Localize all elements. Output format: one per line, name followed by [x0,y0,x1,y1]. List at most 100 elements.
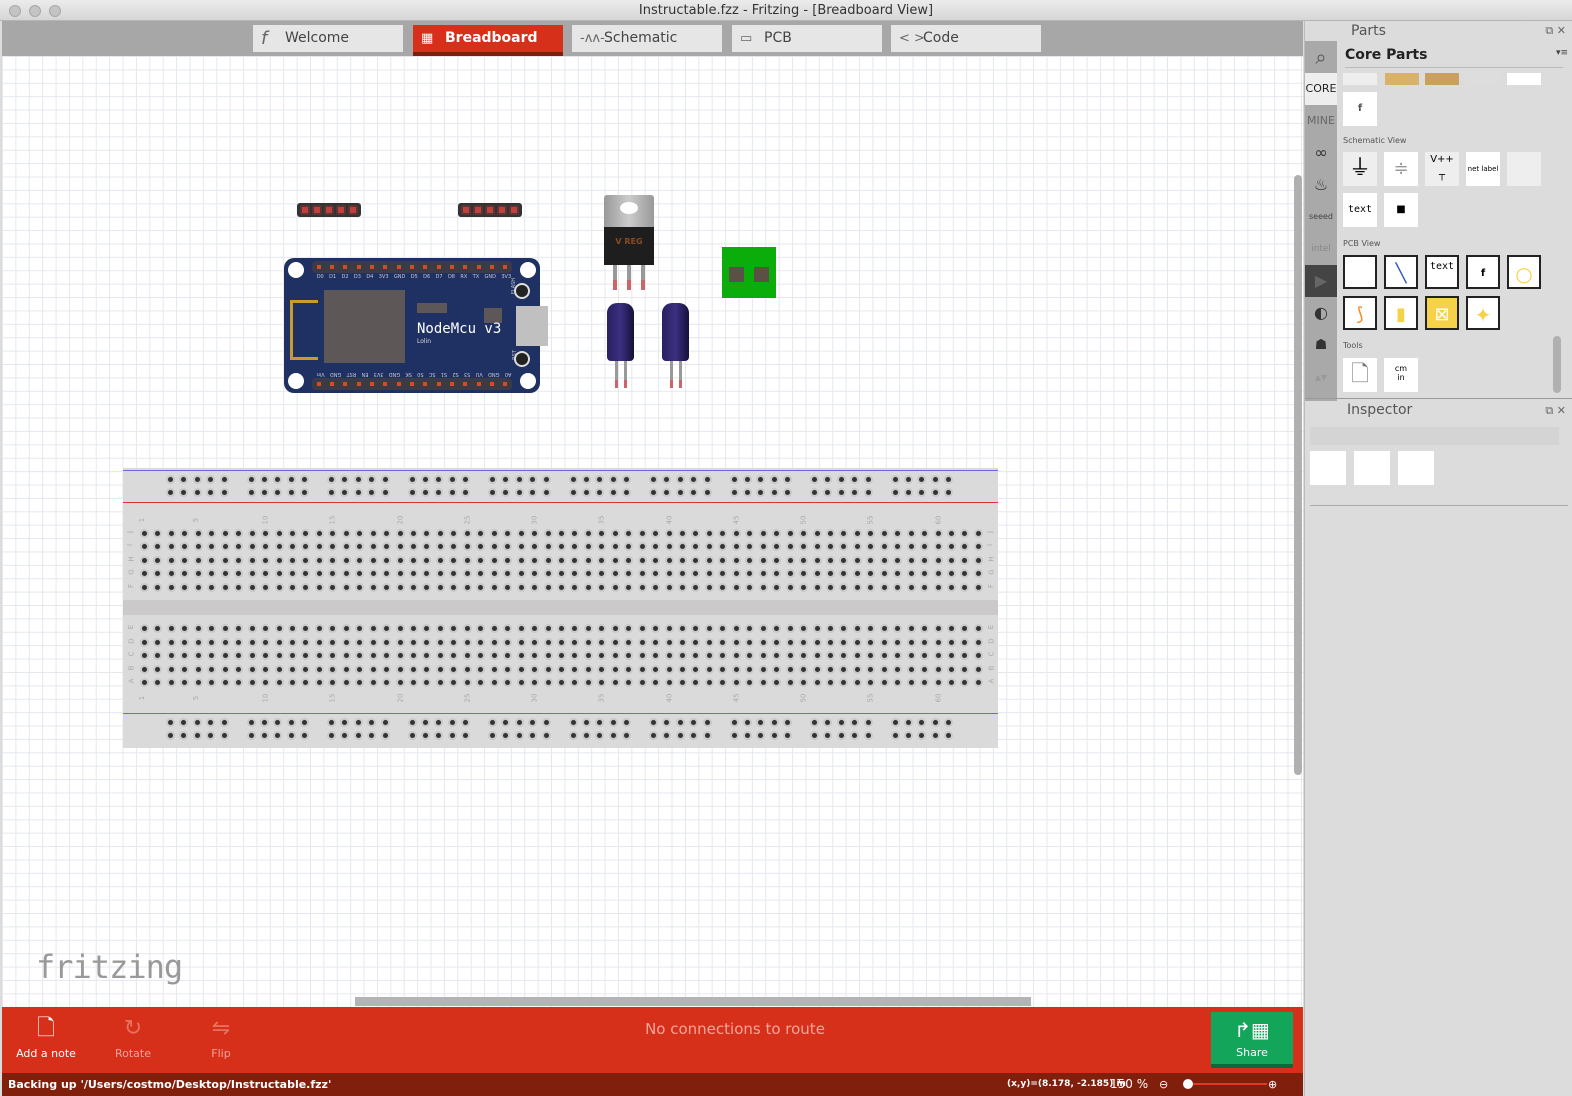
part-stripboard[interactable] [1385,73,1419,85]
breadboard-hole[interactable] [838,720,844,725]
breadboard-hole[interactable] [626,653,632,658]
breadboard-hole[interactable] [881,544,887,549]
breadboard-hole[interactable] [935,667,941,672]
breadboard-hole[interactable] [316,653,322,658]
board-pin[interactable] [396,382,401,386]
breadboard-hole[interactable] [370,626,376,631]
board-pin[interactable] [476,382,481,386]
breadboard-hole[interactable] [962,626,968,631]
parts-scrollbar[interactable] [1553,336,1561,393]
breadboard-hole[interactable] [491,585,497,590]
breadboard-hole[interactable] [639,667,645,672]
board-pin[interactable] [503,265,508,269]
breadboard-hole[interactable] [881,667,887,672]
breadboard-hole[interactable] [261,490,267,495]
breadboard-hole[interactable] [572,571,578,576]
breadboard-hole[interactable] [478,667,484,672]
breadboard-hole[interactable] [478,558,484,563]
breadboard-hole[interactable] [518,571,524,576]
breadboard-hole[interactable] [142,544,147,549]
breadboard-hole[interactable] [236,571,242,576]
breadboard-hole[interactable] [436,733,442,738]
breadboard-hole[interactable] [357,640,363,645]
breadboard-hole[interactable] [491,640,497,645]
voltage-regulator-part[interactable]: V REG [604,195,654,290]
pcb-hole-part[interactable]: ○ [1507,255,1541,289]
breadboard-hole[interactable] [624,733,630,738]
breadboard-hole[interactable] [491,544,497,549]
breadboard-hole[interactable] [409,733,415,738]
breadboard-hole[interactable] [370,653,376,658]
breadboard-hole[interactable] [612,680,618,685]
breadboard-hole[interactable] [316,531,322,536]
breadboard-hole[interactable] [922,640,928,645]
breadboard-hole[interactable] [691,490,697,495]
breadboard-hole[interactable] [543,733,549,738]
breadboard-hole[interactable] [597,490,603,495]
breadboard-hole[interactable] [545,571,551,576]
breadboard-hole[interactable] [787,585,793,590]
breadboard-hole[interactable] [532,544,538,549]
breadboard-hole[interactable] [854,558,860,563]
breadboard-hole[interactable] [464,653,470,658]
breadboard-hole[interactable] [962,585,968,590]
breadboard-hole[interactable] [731,720,737,725]
breadboard-hole[interactable] [276,531,282,536]
breadboard-hole[interactable] [639,531,645,536]
breadboard-hole[interactable] [814,544,820,549]
breadboard-hole[interactable] [932,490,938,495]
pcb-jumper-part[interactable]: ╲ [1384,255,1418,289]
breadboard-hole[interactable] [222,626,228,631]
breadboard-hole[interactable] [812,733,817,738]
breadboard-hole[interactable] [451,571,457,576]
breadboard-hole[interactable] [865,733,871,738]
breadboard-hole[interactable] [249,585,255,590]
breadboard-hole[interactable] [895,571,901,576]
breadboard-hole[interactable] [922,544,928,549]
breadboard-hole[interactable] [437,558,443,563]
breadboard-hole[interactable] [949,640,954,645]
breadboard-hole[interactable] [195,531,201,536]
breadboard-hole[interactable] [384,626,390,631]
breadboard-hole[interactable] [222,640,228,645]
breadboard-hole[interactable] [935,558,941,563]
breadboard-hole[interactable] [706,640,712,645]
breadboard-hole[interactable] [384,585,390,590]
breadboard-hole[interactable] [505,544,511,549]
breadboard-hole[interactable] [369,733,375,738]
breadboard-hole[interactable] [289,640,295,645]
capacitor-part[interactable] [662,303,690,388]
breadboard-hole[interactable] [370,544,376,549]
breadboard-hole[interactable] [303,640,309,645]
breadboard-hole[interactable] [814,653,820,658]
breadboard-hole[interactable] [168,490,173,495]
breadboard-hole[interactable] [155,558,161,563]
breadboard-hole[interactable] [949,558,954,563]
breadboard-hole[interactable] [733,544,739,549]
breadboard-hole[interactable] [814,571,820,576]
breadboard-hole[interactable] [451,653,457,658]
breadboard-hole[interactable] [222,531,228,536]
horizontal-scrollbar[interactable] [355,997,1031,1006]
breadboard-hole[interactable] [168,720,173,725]
breadboard-hole[interactable] [693,571,699,576]
breadboard-hole[interactable] [787,626,793,631]
breadboard-hole[interactable] [733,571,739,576]
breadboard-hole[interactable] [370,571,376,576]
breadboard-hole[interactable] [437,544,443,549]
breadboard-hole[interactable] [208,720,214,725]
breadboard-hole[interactable] [532,626,538,631]
breadboard-hole[interactable] [905,477,911,482]
breadboard-hole[interactable] [384,640,390,645]
ground-symbol-icon[interactable]: ⏚ [1343,152,1377,186]
breadboard-hole[interactable] [545,626,551,631]
breadboard-hole[interactable] [209,626,215,631]
breadboard-hole[interactable] [558,531,564,536]
breadboard-hole[interactable] [908,653,914,658]
rst-button[interactable] [516,353,528,365]
breadboard-hole[interactable] [263,544,269,549]
breadboard-hole[interactable] [585,653,591,658]
breadboard-hole[interactable] [626,626,632,631]
breadboard-hole[interactable] [760,558,766,563]
breadboard-hole[interactable] [195,585,201,590]
